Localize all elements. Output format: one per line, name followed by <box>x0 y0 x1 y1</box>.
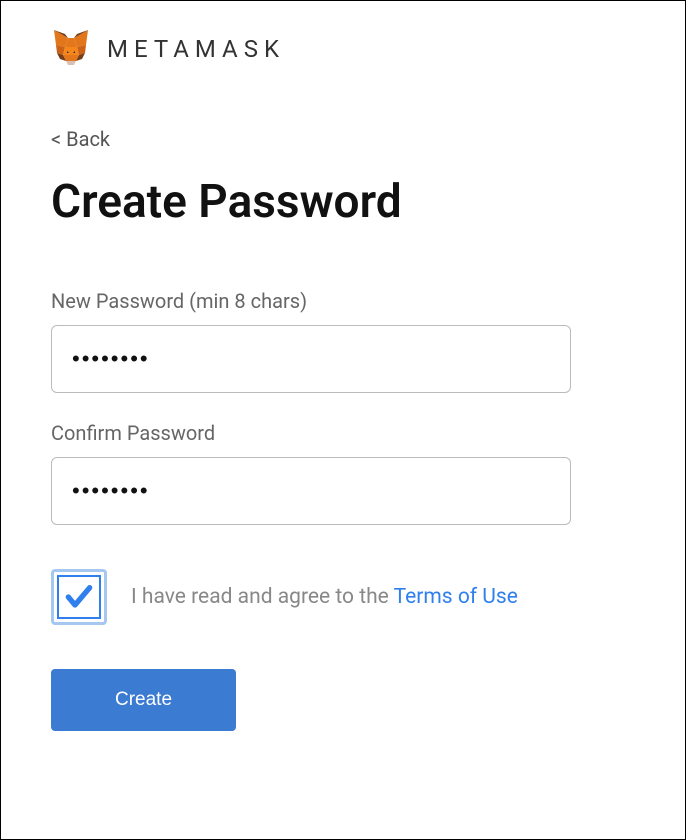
metamask-fox-icon <box>51 27 91 71</box>
new-password-group: New Password (min 8 chars) <box>51 289 635 393</box>
new-password-input[interactable] <box>51 325 571 393</box>
tos-link[interactable]: Terms of Use <box>394 585 518 609</box>
tos-text-container: I have read and agree to the Terms of Us… <box>131 585 518 609</box>
app-container: METAMASK < Back Create Password New Pass… <box>0 0 686 840</box>
brand-name: METAMASK <box>107 35 285 63</box>
checkmark-icon <box>63 581 95 613</box>
create-button[interactable]: Create <box>51 669 236 731</box>
tos-checkbox[interactable] <box>51 569 107 625</box>
new-password-label: New Password (min 8 chars) <box>51 289 635 313</box>
back-link[interactable]: < Back <box>51 127 635 151</box>
tos-text: I have read and agree to the <box>131 585 394 609</box>
confirm-password-label: Confirm Password <box>51 421 635 445</box>
confirm-password-group: Confirm Password <box>51 421 635 525</box>
page-title: Create Password <box>51 175 635 229</box>
confirm-password-input[interactable] <box>51 457 571 525</box>
header: METAMASK <box>51 27 635 71</box>
tos-row: I have read and agree to the Terms of Us… <box>51 569 635 625</box>
